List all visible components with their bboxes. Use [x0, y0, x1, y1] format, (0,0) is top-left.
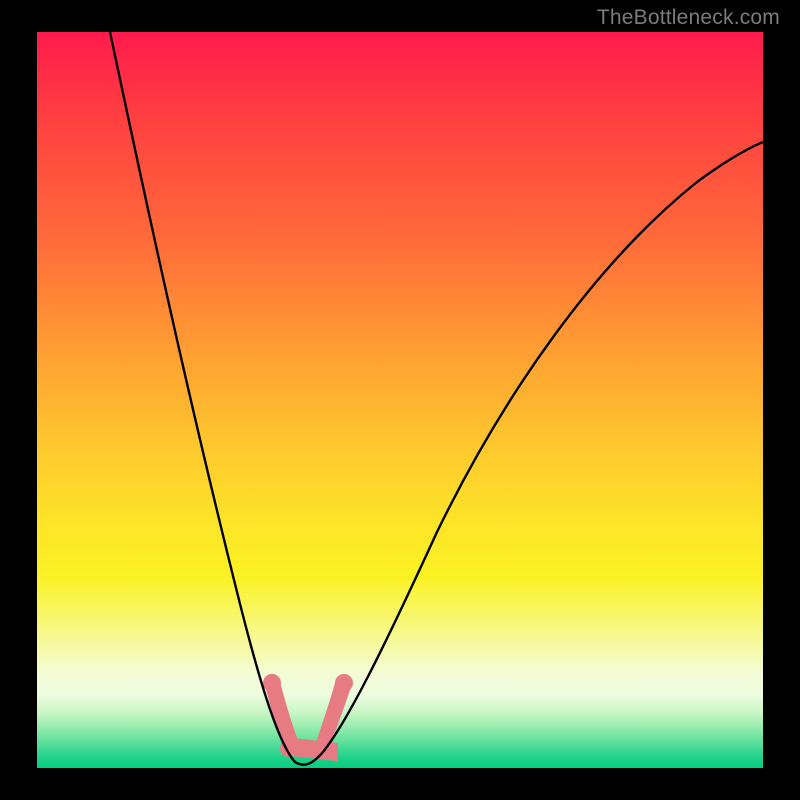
plot-area	[37, 32, 763, 768]
chart-frame: TheBottleneck.com	[0, 0, 800, 800]
watermark-text: TheBottleneck.com	[597, 6, 780, 30]
bottleneck-curve	[37, 32, 763, 768]
